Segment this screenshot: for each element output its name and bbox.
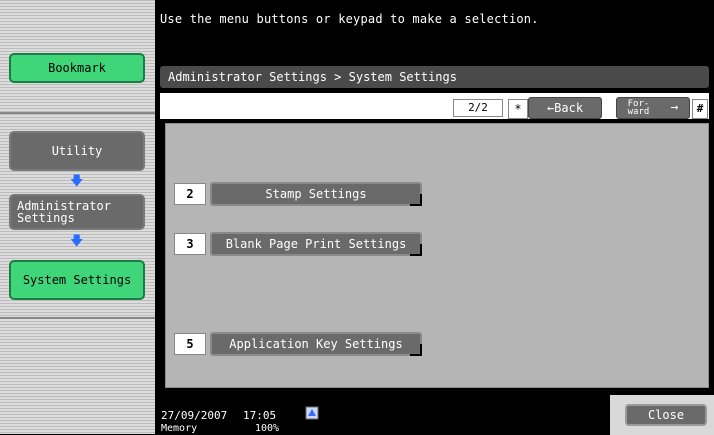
list-item: 5 Application Key Settings xyxy=(174,332,422,356)
forward-button[interactable]: For- ward → xyxy=(616,97,690,119)
sidebar-divider xyxy=(0,317,155,319)
item-number: 3 xyxy=(174,233,206,255)
instruction-message: Use the menu buttons or keypad to make a… xyxy=(160,12,539,26)
administrator-settings-label: Administrator Settings xyxy=(17,199,111,225)
arrow-down-icon: 🡇 xyxy=(70,174,84,189)
hash-key[interactable]: # xyxy=(692,99,708,119)
memory-percent: 100% xyxy=(255,423,280,434)
memory-label: Memory xyxy=(161,423,198,434)
main-panel: Administrator Settings > System Settings… xyxy=(155,63,714,393)
list-item: 2 Stamp Settings xyxy=(174,182,422,206)
date-display: 27/09/2007 xyxy=(161,409,228,422)
blank-page-print-settings-button[interactable]: Blank Page Print Settings xyxy=(210,232,422,256)
list-item: 3 Blank Page Print Settings xyxy=(174,232,422,256)
item-number: 2 xyxy=(174,183,206,205)
time-display: 17:05 xyxy=(243,409,277,422)
status-footer: 27/09/2007 17:05 Memory 100% Close xyxy=(155,395,714,435)
page-nav: 2/2 * ←Back For- ward → # xyxy=(160,93,709,119)
administrator-settings-button[interactable]: Administrator Settings xyxy=(9,194,145,230)
close-button[interactable]: Close xyxy=(625,404,707,426)
sidebar-divider xyxy=(0,112,155,114)
arrow-right-icon: → xyxy=(670,100,679,115)
network-status-icon xyxy=(305,406,319,420)
breadcrumb: Administrator Settings > System Settings xyxy=(160,66,709,88)
stamp-settings-button[interactable]: Stamp Settings xyxy=(210,182,422,206)
page-indicator: 2/2 xyxy=(453,99,503,117)
arrow-down-icon: 🡇 xyxy=(70,234,84,249)
settings-list: 2 Stamp Settings 3 Blank Page Print Sett… xyxy=(165,123,709,388)
star-key[interactable]: * xyxy=(508,99,528,119)
utility-button[interactable]: Utility xyxy=(9,131,145,171)
system-settings-button[interactable]: System Settings xyxy=(9,260,145,300)
application-key-settings-button[interactable]: Application Key Settings xyxy=(210,332,422,356)
sidebar: Bookmark Utility 🡇 Administrator Setting… xyxy=(0,0,155,434)
item-number: 5 xyxy=(174,333,206,355)
bookmark-button[interactable]: Bookmark xyxy=(9,53,145,83)
forward-label: For- ward xyxy=(627,99,650,117)
back-button[interactable]: ←Back xyxy=(528,97,602,119)
